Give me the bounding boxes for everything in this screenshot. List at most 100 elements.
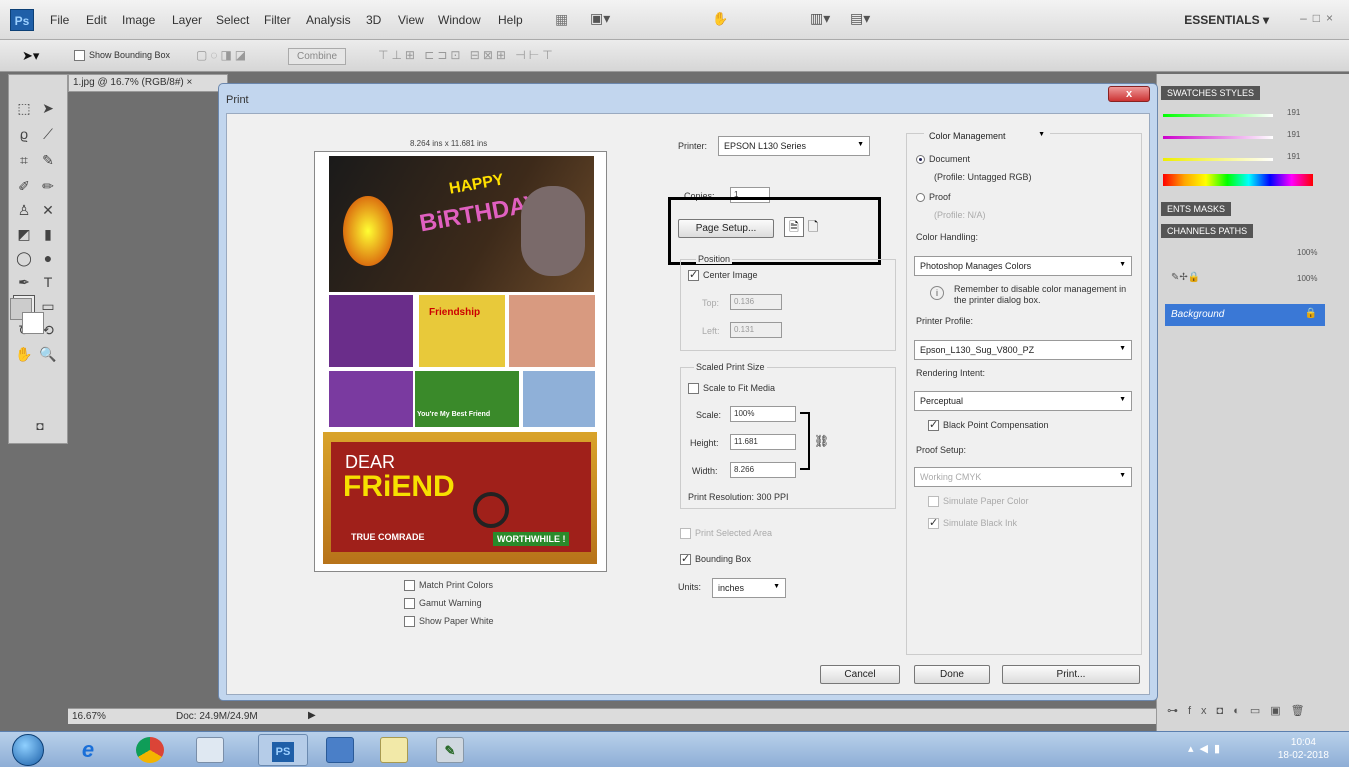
internet-explorer-icon[interactable]: e xyxy=(74,737,102,763)
simulate-black-ink-checkbox[interactable] xyxy=(928,516,939,530)
menu-view[interactable]: View xyxy=(398,13,424,27)
proof-option[interactable]: Proof xyxy=(916,192,951,203)
gradient-tool-icon[interactable]: ▮ xyxy=(37,223,59,245)
crop-tool-icon[interactable]: ⌗ xyxy=(13,149,35,171)
color-management-select[interactable]: Color Management xyxy=(924,127,1050,147)
center-image-checkbox[interactable] xyxy=(688,268,699,282)
fill-value[interactable]: 100% xyxy=(1297,274,1317,283)
simulate-black-ink-option[interactable]: Simulate Black Ink xyxy=(928,516,1017,530)
simulate-paper-color-option[interactable]: Simulate Paper Color xyxy=(928,496,1029,508)
move-tool-icon-2[interactable]: ➤ xyxy=(37,97,59,119)
top-field[interactable]: 0.136 xyxy=(730,294,782,310)
workspace-switcher[interactable]: ESSENTIALS ▾ xyxy=(1184,13,1269,27)
photoshop-taskbar-button[interactable]: PS xyxy=(258,734,308,766)
match-print-colors-option[interactable]: Match Print Colors xyxy=(404,580,493,592)
scale-to-fit-option[interactable]: Scale to Fit Media xyxy=(688,383,775,395)
show-bounding-box-option[interactable]: Show Bounding Box xyxy=(74,50,170,62)
pen-tool-icon[interactable]: ✒ xyxy=(13,271,35,293)
color-spectrum[interactable] xyxy=(1163,174,1313,186)
done-button[interactable]: Done xyxy=(914,665,990,684)
brush-tool-icon[interactable]: ✐ xyxy=(13,175,35,197)
view-extras-icon[interactable]: ▤▾ xyxy=(850,10,870,27)
start-button[interactable] xyxy=(12,734,44,766)
simulate-paper-color-checkbox[interactable] xyxy=(928,496,939,508)
document-radio[interactable] xyxy=(916,155,925,165)
remote-desktop-icon[interactable] xyxy=(326,737,354,763)
show-bounding-box-checkbox[interactable] xyxy=(74,50,85,62)
menu-select[interactable]: Select xyxy=(216,13,249,27)
eraser-tool-icon[interactable]: ◩ xyxy=(13,223,35,245)
rendering-intent-select[interactable]: Perceptual xyxy=(914,391,1132,411)
color-slider-b[interactable] xyxy=(1163,158,1273,161)
zoom-level[interactable]: 16.67% xyxy=(72,711,106,722)
color-handling-select[interactable]: Photoshop Manages Colors xyxy=(914,256,1132,276)
color-slider-g[interactable] xyxy=(1163,136,1273,139)
proof-radio[interactable] xyxy=(916,193,925,203)
type-tool-icon[interactable]: T xyxy=(37,271,59,293)
marquee-tool-icon[interactable]: ⬚ xyxy=(13,97,35,119)
system-tray-icons[interactable]: ▴◀▮ xyxy=(1188,742,1226,755)
menu-filter[interactable]: Filter xyxy=(264,13,291,27)
menu-window[interactable]: Window xyxy=(438,13,481,27)
printer-select[interactable]: EPSON L130 Series xyxy=(718,136,870,156)
bridge-icon[interactable]: ▦ xyxy=(555,11,568,28)
cancel-button[interactable]: Cancel xyxy=(820,665,900,684)
menu-layer[interactable]: Layer xyxy=(172,13,202,27)
units-select[interactable]: inches xyxy=(712,578,786,598)
chain-link-icon[interactable]: ⛓ xyxy=(814,434,829,448)
clock[interactable]: 10:04 18-02-2018 xyxy=(1278,736,1329,762)
scale-field[interactable]: 100% xyxy=(730,406,796,422)
menu-analysis[interactable]: Analysis xyxy=(306,13,351,27)
pencil-tool-icon[interactable]: ✏ xyxy=(37,175,59,197)
notepad-icon[interactable] xyxy=(380,737,408,763)
hand-tool-icon-2[interactable]: ✋ xyxy=(13,343,35,365)
print-selected-area-option[interactable]: Print Selected Area xyxy=(680,528,772,540)
combine-button[interactable]: Combine xyxy=(288,48,347,65)
printer-profile-select[interactable]: Epson_L130_Sug_V800_PZ xyxy=(914,340,1132,360)
channels-paths-tab[interactable]: CHANNELS PATHS xyxy=(1161,224,1254,238)
zoom-tool-icon[interactable]: 🔍 xyxy=(37,343,59,365)
left-field[interactable]: 0.131 xyxy=(730,322,782,338)
screen-mode-icon[interactable]: ▣▾ xyxy=(590,10,610,27)
dodge-tool-icon[interactable]: ◯ xyxy=(13,247,35,269)
file-explorer-icon[interactable] xyxy=(196,737,224,763)
eyedropper-icon[interactable]: ✎ xyxy=(37,149,59,171)
scale-to-fit-checkbox[interactable] xyxy=(688,383,699,395)
paint-icon[interactable]: ✎ xyxy=(436,737,464,763)
adjustments-masks-tab[interactable]: ENTS MASKS xyxy=(1161,202,1232,216)
chrome-icon[interactable] xyxy=(136,737,164,763)
window-controls-icon[interactable]: –□× xyxy=(1300,11,1339,25)
opacity-value[interactable]: 100% xyxy=(1297,248,1317,257)
align-icons[interactable]: ⊤⊥⊞ ⊏⊐⊡ ⊟⊠⊞ ⊣⊢⊤ xyxy=(378,48,556,62)
black-point-compensation-checkbox[interactable] xyxy=(928,418,939,432)
arrange-icon[interactable]: ▥▾ xyxy=(810,10,830,27)
black-point-compensation-option[interactable]: Black Point Compensation xyxy=(928,418,1049,432)
move-tool-icon[interactable]: ➤▾ xyxy=(22,48,39,64)
document-option[interactable]: Document xyxy=(916,154,970,165)
center-image-option[interactable]: Center Image xyxy=(688,268,758,282)
height-field[interactable]: 11.681 xyxy=(730,434,796,450)
transform-icons[interactable]: ▢◌◨◪ xyxy=(196,48,249,62)
menu-edit[interactable]: Edit xyxy=(86,13,107,27)
menu-image[interactable]: Image xyxy=(122,13,155,27)
hand-tool-icon[interactable]: ✋ xyxy=(712,11,728,27)
menu-file[interactable]: File xyxy=(50,13,69,27)
status-arrow-icon[interactable]: ▶ xyxy=(308,710,316,721)
width-field[interactable]: 8.266 xyxy=(730,462,796,478)
document-tab[interactable]: 1.jpg @ 16.7% (RGB/8#) × xyxy=(68,74,228,92)
color-slider-r[interactable] xyxy=(1163,114,1273,117)
match-print-colors-checkbox[interactable] xyxy=(404,580,415,592)
menu-help[interactable]: Help xyxy=(498,13,523,27)
print-selected-area-checkbox[interactable] xyxy=(680,528,691,540)
layer-background[interactable]: Background 🔒 xyxy=(1165,304,1325,326)
layer-panel-buttons[interactable]: ⊶fx◘◐▭▣🗑 xyxy=(1167,704,1315,717)
background-color-swatch[interactable] xyxy=(22,312,44,334)
stamp-tool-icon[interactable]: ♙ xyxy=(13,199,35,221)
magic-wand-icon[interactable]: ⟋ xyxy=(37,123,59,145)
proof-setup-select[interactable]: Working CMYK xyxy=(914,467,1132,487)
close-button[interactable]: x xyxy=(1108,86,1150,102)
gamut-warning-checkbox[interactable] xyxy=(404,598,415,610)
lasso-tool-icon[interactable]: ϱ xyxy=(13,123,35,145)
lock-icons[interactable]: ✎✢🔒 xyxy=(1171,272,1200,283)
swatches-styles-tab[interactable]: SWATCHES STYLES xyxy=(1161,86,1261,100)
